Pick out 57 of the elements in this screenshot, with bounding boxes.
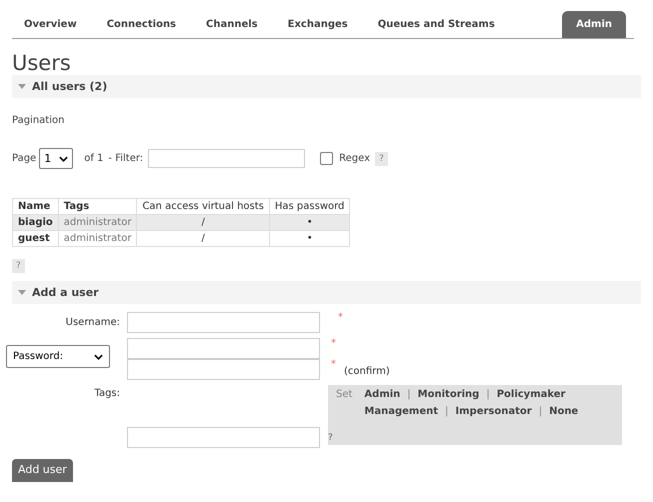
chevron-icon xyxy=(94,354,103,360)
page-select[interactable]: 1 xyxy=(39,148,74,169)
table-cell: guest xyxy=(12,230,58,246)
tags-field[interactable] xyxy=(127,427,320,448)
nav-tab[interactable]: Queues and Streams xyxy=(366,11,507,38)
add-user-button[interactable]: Add user xyxy=(12,459,73,482)
chevron-icon xyxy=(59,156,68,162)
separator: | xyxy=(538,406,542,417)
tag-link[interactable]: Monitoring xyxy=(418,389,480,400)
tag-link[interactable]: Management xyxy=(364,406,438,417)
filter-label: - Filter: xyxy=(108,153,144,164)
confirm-label: (confirm) xyxy=(344,366,390,377)
filter-field[interactable] xyxy=(148,149,306,168)
help-mark[interactable]: ? xyxy=(328,433,614,443)
tags-label: Tags: xyxy=(93,388,120,399)
tag-link[interactable]: None xyxy=(549,406,578,417)
nav-tab[interactable]: Connections xyxy=(94,11,188,38)
nav-tab[interactable]: Exchanges xyxy=(276,11,360,38)
triangle-icon xyxy=(18,84,26,89)
table-cell: • xyxy=(269,230,350,246)
separator: | xyxy=(407,389,411,400)
column-header: Has password xyxy=(269,198,350,214)
table-cell: administrator xyxy=(58,214,137,230)
separator: | xyxy=(486,389,490,400)
page-title: Users xyxy=(12,51,72,75)
table-cell: / xyxy=(136,214,270,230)
separator: | xyxy=(445,406,448,417)
triangle-icon xyxy=(18,290,26,295)
username-field[interactable] xyxy=(127,312,320,333)
tag-link[interactable]: Policymaker xyxy=(496,389,566,400)
section-header[interactable]: Add a user xyxy=(12,281,641,304)
username-label: Username: xyxy=(64,317,120,328)
required-mark: * xyxy=(338,312,344,325)
set-label: Set xyxy=(336,389,352,402)
nav-tab[interactable]: Channels xyxy=(194,11,270,38)
column-header: Tags xyxy=(58,198,137,214)
required-mark: * xyxy=(331,338,336,349)
confirm-password-field[interactable] xyxy=(127,359,320,380)
regex-label: Regex xyxy=(339,153,370,164)
tag-link[interactable]: Impersonator xyxy=(455,406,532,417)
required-mark: * xyxy=(331,359,336,370)
section-header[interactable]: All users (2) xyxy=(12,75,641,98)
table-cell: biagio xyxy=(12,214,58,230)
table-cell: • xyxy=(269,214,350,230)
pagination-label: Pagination xyxy=(12,115,66,126)
nav-tab[interactable]: Overview xyxy=(12,11,89,38)
tag-link[interactable]: Admin xyxy=(364,389,400,400)
table-cell: administrator xyxy=(58,230,137,246)
column-header: Can access virtual hosts xyxy=(136,198,270,214)
password-field[interactable] xyxy=(127,338,320,359)
page-label: Page xyxy=(12,153,36,164)
regex-checkbox[interactable] xyxy=(320,152,334,165)
column-header: Name xyxy=(12,198,58,214)
password-select[interactable]: Password: xyxy=(6,345,110,368)
nav-tab[interactable]: Admin xyxy=(562,11,626,38)
page-count: of 1 xyxy=(84,153,104,164)
table-cell: / xyxy=(136,230,270,246)
